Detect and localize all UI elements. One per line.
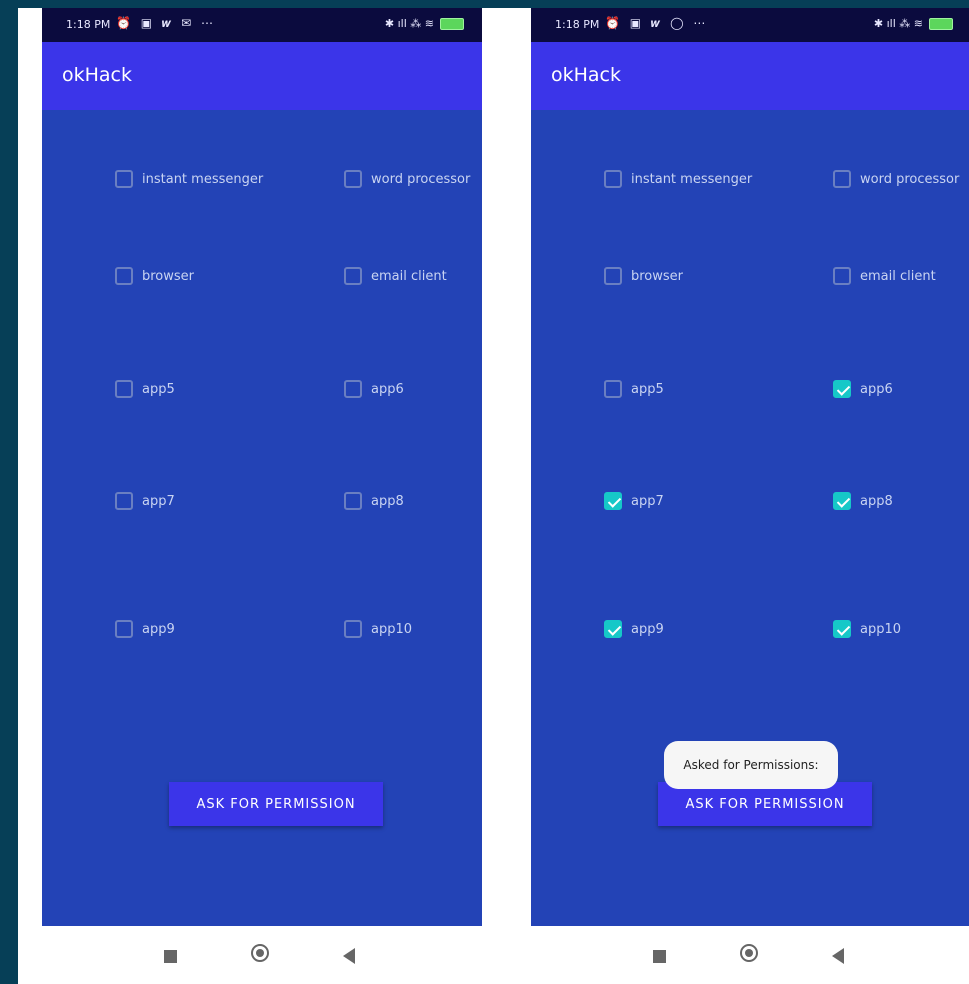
- app-title: okHack: [62, 64, 133, 86]
- checkbox-browser[interactable]: browser: [604, 267, 683, 285]
- checkbox-box[interactable]: [604, 170, 622, 188]
- checkbox-label: instant messenger: [631, 171, 753, 187]
- system-icons: ✱ ıll ⁂ ≋: [385, 17, 464, 30]
- status-time: 1:18 PM: [555, 18, 600, 31]
- checkbox-app9[interactable]: app9: [604, 620, 664, 638]
- checkbox-box[interactable]: [115, 620, 133, 638]
- back-triangle-icon[interactable]: [343, 948, 355, 964]
- checkbox-email-client[interactable]: email client: [344, 267, 447, 285]
- checkbox-box[interactable]: [604, 380, 622, 398]
- checkbox-box[interactable]: [604, 267, 622, 285]
- app-bar: okHack: [42, 42, 482, 110]
- navigation-bar: [42, 926, 482, 984]
- app-title: okHack: [551, 64, 622, 86]
- checkbox-label: app8: [371, 493, 404, 509]
- checkbox-box[interactable]: [115, 492, 133, 510]
- status-bar: 1:18 PM ⏰ ▣ 𝒘 ◯ ⋯ ✱ ıll ⁂ ≋: [531, 8, 969, 42]
- checkbox-box[interactable]: [833, 267, 851, 285]
- notification-icons: ⏰ ▣ 𝒘 ✉ ⋯: [116, 16, 216, 30]
- phone-screen-before: 1:18 PM ⏰ ▣ 𝒘 ✉ ⋯ ✱ ıll ⁂ ≋ okHack insta…: [42, 8, 482, 984]
- middle-margin: [482, 8, 531, 984]
- checkbox-app6[interactable]: app6: [344, 380, 404, 398]
- checkbox-box[interactable]: [833, 170, 851, 188]
- checkbox-label: app9: [142, 621, 175, 637]
- status-time: 1:18 PM: [66, 18, 111, 31]
- checkbox-box[interactable]: [833, 492, 851, 510]
- checkbox-app10[interactable]: app10: [833, 620, 901, 638]
- checkbox-box[interactable]: [344, 267, 362, 285]
- recents-square-icon[interactable]: [164, 950, 177, 963]
- checkbox-word-processor[interactable]: word processor: [833, 170, 959, 188]
- checkbox-app8[interactable]: app8: [344, 492, 404, 510]
- app-bar: okHack: [531, 42, 969, 110]
- checkbox-browser[interactable]: browser: [115, 267, 194, 285]
- checkbox-label: app6: [860, 381, 893, 397]
- checkbox-label: instant messenger: [142, 171, 264, 187]
- content-area: instant messenger word processor browser…: [531, 110, 969, 926]
- checkbox-email-client[interactable]: email client: [833, 267, 936, 285]
- battery-icon: [929, 17, 953, 30]
- checkbox-box[interactable]: [604, 492, 622, 510]
- checkbox-box[interactable]: [344, 380, 362, 398]
- notification-icons: ⏰ ▣ 𝒘 ◯ ⋯: [605, 16, 709, 30]
- checkbox-label: app5: [631, 381, 664, 397]
- checkbox-app7[interactable]: app7: [604, 492, 664, 510]
- checkbox-label: app5: [142, 381, 175, 397]
- status-bar: 1:18 PM ⏰ ▣ 𝒘 ✉ ⋯ ✱ ıll ⁂ ≋: [42, 8, 482, 42]
- checkbox-box[interactable]: [344, 492, 362, 510]
- signal-wifi-icons: ✱ ıll ⁂ ≋: [873, 17, 923, 30]
- checkbox-label: app10: [371, 621, 413, 637]
- checkbox-label: app8: [860, 493, 893, 509]
- checkbox-box[interactable]: [833, 380, 851, 398]
- checkbox-label: email client: [860, 268, 936, 284]
- checkbox-box[interactable]: [833, 620, 851, 638]
- toast-message: Asked for Permissions:: [664, 741, 838, 789]
- checkbox-label: app10: [860, 621, 902, 637]
- checkbox-box[interactable]: [344, 620, 362, 638]
- checkbox-box[interactable]: [115, 267, 133, 285]
- checkbox-app6[interactable]: app6: [833, 380, 893, 398]
- checkbox-app7[interactable]: app7: [115, 492, 175, 510]
- checkbox-label: word processor: [371, 171, 471, 187]
- checkbox-label: app7: [142, 493, 175, 509]
- home-circle-icon[interactable]: [740, 944, 758, 962]
- home-circle-icon[interactable]: [251, 944, 269, 962]
- left-margin: [18, 8, 42, 984]
- checkbox-app10[interactable]: app10: [344, 620, 412, 638]
- checkbox-label: email client: [371, 268, 447, 284]
- checkbox-box[interactable]: [344, 170, 362, 188]
- checkbox-label: app7: [631, 493, 664, 509]
- content-area: instant messenger word processor browser…: [42, 110, 482, 926]
- checkbox-label: browser: [142, 268, 195, 284]
- checkbox-app8[interactable]: app8: [833, 492, 893, 510]
- back-triangle-icon[interactable]: [832, 948, 844, 964]
- checkbox-box[interactable]: [115, 380, 133, 398]
- battery-icon: [440, 17, 464, 30]
- checkbox-app5[interactable]: app5: [604, 380, 664, 398]
- checkbox-label: app6: [371, 381, 404, 397]
- checkbox-app9[interactable]: app9: [115, 620, 175, 638]
- checkbox-instant-messenger[interactable]: instant messenger: [115, 170, 263, 188]
- checkbox-label: app9: [631, 621, 664, 637]
- ask-permission-button[interactable]: ASK FOR PERMISSION: [169, 782, 383, 826]
- navigation-bar: [531, 926, 969, 984]
- recents-square-icon[interactable]: [653, 950, 666, 963]
- checkbox-instant-messenger[interactable]: instant messenger: [604, 170, 752, 188]
- checkbox-box[interactable]: [115, 170, 133, 188]
- checkbox-box[interactable]: [604, 620, 622, 638]
- checkbox-label: word processor: [860, 171, 960, 187]
- checkbox-label: browser: [631, 268, 684, 284]
- signal-wifi-icons: ✱ ıll ⁂ ≋: [384, 17, 434, 30]
- checkbox-app5[interactable]: app5: [115, 380, 175, 398]
- phone-screen-after: 1:18 PM ⏰ ▣ 𝒘 ◯ ⋯ ✱ ıll ⁂ ≋ okHack insta…: [531, 8, 969, 984]
- system-icons: ✱ ıll ⁂ ≋: [874, 17, 953, 30]
- checkbox-word-processor[interactable]: word processor: [344, 170, 470, 188]
